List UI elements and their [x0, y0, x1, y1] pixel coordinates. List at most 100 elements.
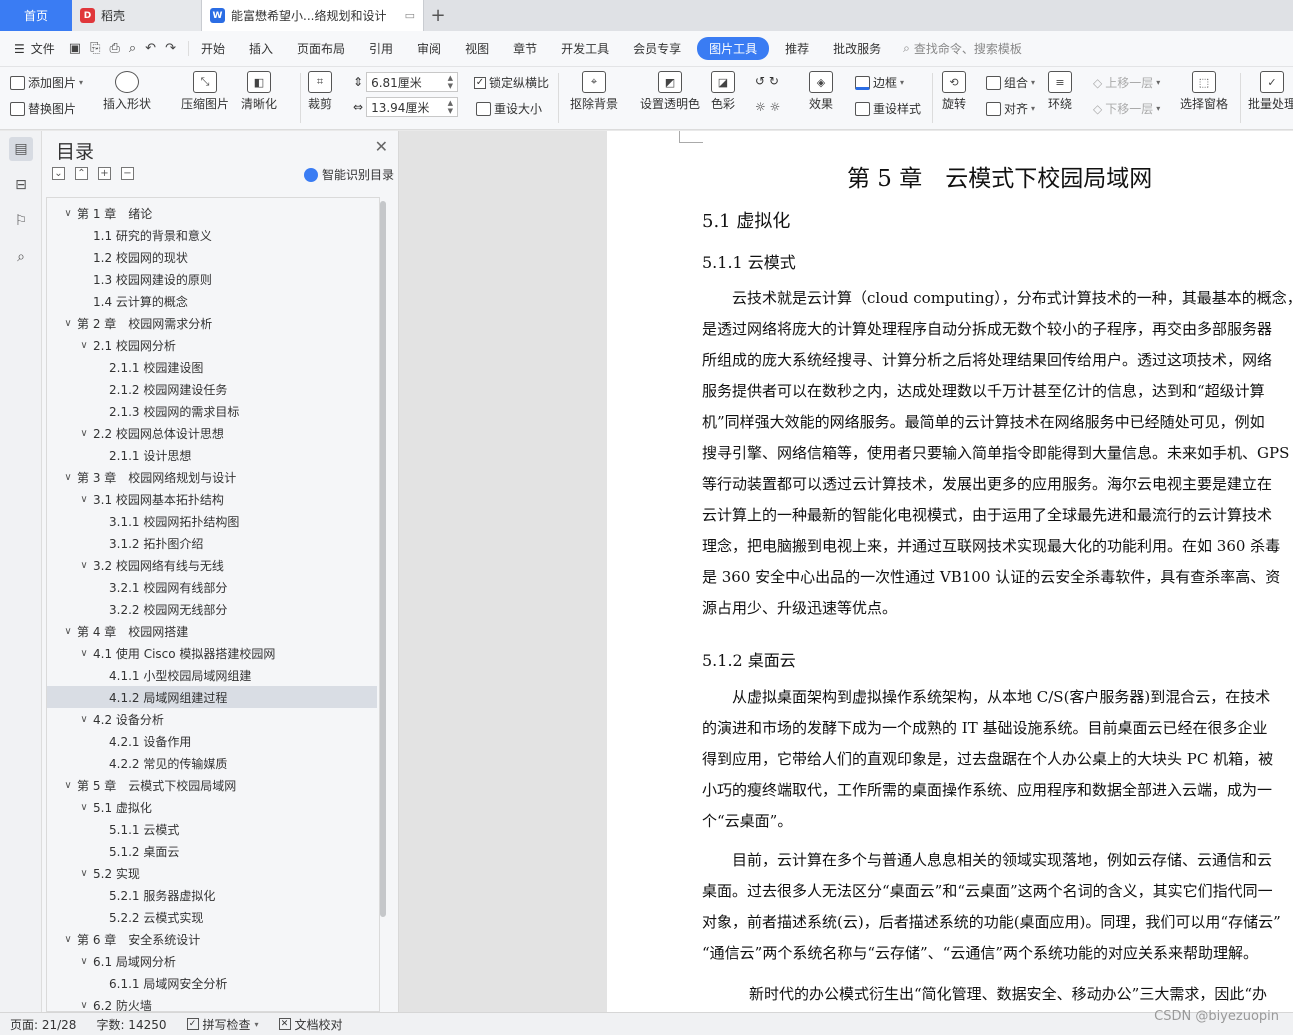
align-button[interactable]: 对齐 ▾	[986, 100, 1035, 117]
chevron-down-icon[interactable]: ∨	[61, 472, 75, 483]
chevron-down-icon[interactable]: ∨	[77, 340, 91, 351]
toc-item[interactable]: ∨ 第 5 章 云模式下校园局域网	[47, 774, 377, 796]
send-backward-button[interactable]: ◇ 下移一层 ▾	[1093, 100, 1160, 117]
file-menu[interactable]: ☰ 文件	[0, 40, 63, 57]
width-field[interactable]: ⇕ 6.81厘米 ▲ ▼	[353, 72, 459, 92]
toc-pane-icon[interactable]: ▤	[9, 137, 33, 161]
chevron-down-icon[interactable]: ∨	[61, 208, 75, 219]
crop-button[interactable]: ⌗ 裁剪	[308, 71, 332, 112]
selection-pane-button[interactable]: ⬚ 选择窗格	[1180, 71, 1228, 112]
collapse-all-icon[interactable]: ⌃	[75, 167, 88, 180]
toc-item[interactable]: 3.2.2 校园网无线部分	[47, 598, 377, 620]
brightness-icon[interactable]: ☼ ☼	[755, 100, 780, 114]
menu-chapter[interactable]: 章节	[501, 40, 549, 57]
tab-docer[interactable]: D 稻壳	[72, 0, 202, 31]
chevron-down-icon[interactable]: ∨	[77, 714, 91, 725]
toc-item[interactable]: 5.2.2 云模式实现	[47, 906, 377, 928]
toc-item[interactable]: ∨ 4.2 设备分析	[47, 708, 377, 730]
reset-size-button[interactable]: 重设大小	[476, 100, 542, 117]
toc-item[interactable]: ∨ 第 1 章 绪论	[47, 202, 377, 224]
menu-dev-tools[interactable]: 开发工具	[549, 40, 621, 57]
export-icon[interactable]: ⎘	[90, 41, 100, 56]
toc-item[interactable]: 1.4 云计算的概念	[47, 290, 377, 312]
toc-item[interactable]: 5.2.1 服务器虚拟化	[47, 884, 377, 906]
tab-document[interactable]: W 能富懋希望小...络规划和设计 ▭	[202, 0, 424, 31]
toc-item[interactable]: ∨ 3.1 校园网基本拓扑结构	[47, 488, 377, 510]
chevron-down-icon[interactable]: ∨	[77, 1000, 91, 1011]
toc-item[interactable]: 2.1.3 校园网的需求目标	[47, 400, 377, 422]
toc-item[interactable]: 4.1.2 局域网组建过程	[47, 686, 377, 708]
toc-item[interactable]: 1.3 校园网建设的原则	[47, 268, 377, 290]
wrap-button[interactable]: ≡ 环绕	[1048, 71, 1072, 112]
rotate-left-icon[interactable]: ↺ ↻	[755, 74, 779, 88]
remove-background-button[interactable]: ⌖ 抠除背景	[570, 71, 618, 112]
menu-reference[interactable]: 引用	[357, 40, 405, 57]
chevron-down-icon[interactable]: ∨	[61, 780, 75, 791]
batch-process-button[interactable]: ✓ 批量处理	[1248, 71, 1293, 112]
color-button[interactable]: ◪ 色彩	[711, 71, 735, 112]
chevron-down-icon[interactable]: ∨	[61, 626, 75, 637]
chevron-down-icon[interactable]: ∨	[77, 560, 91, 571]
toc-item[interactable]: ∨ 6.1 局域网分析	[47, 950, 377, 972]
tab-home[interactable]: 首页	[0, 0, 72, 31]
chevron-down-icon[interactable]: ∨	[77, 494, 91, 505]
rotate-button[interactable]: ⟲ 旋转	[942, 71, 966, 112]
menu-member[interactable]: 会员专享	[621, 40, 693, 57]
print-icon[interactable]: ⎙	[109, 41, 119, 56]
menu-start[interactable]: 开始	[189, 40, 237, 57]
new-tab-button[interactable]: +	[424, 0, 452, 31]
toc-item[interactable]: 2.1.2 校园网建设任务	[47, 378, 377, 400]
document-page[interactable]: 第 5 章 云模式下校园局域网 5.1 虚拟化 5.1.1 云模式 5.1.2 …	[607, 131, 1293, 1012]
menu-recommend[interactable]: 推荐	[773, 40, 821, 57]
chevron-down-icon[interactable]: ∨	[61, 934, 75, 945]
toc-item[interactable]: 3.1.2 拓扑图介绍	[47, 532, 377, 554]
close-icon[interactable]: ✕	[375, 137, 388, 156]
toc-item[interactable]: 4.1.1 小型校园局域网组建	[47, 664, 377, 686]
toc-item[interactable]: ∨ 4.1 使用 Cisco 模拟器搭建校园网	[47, 642, 377, 664]
group-button[interactable]: 组合 ▾	[986, 74, 1035, 91]
chevron-down-icon[interactable]: ∨	[61, 318, 75, 329]
chapter-nav-icon[interactable]: ⊟	[9, 173, 33, 197]
add-heading-icon[interactable]: +	[98, 167, 111, 180]
toc-item[interactable]: 3.1.1 校园网拓扑结构图	[47, 510, 377, 532]
undo-icon[interactable]: ↶	[145, 41, 156, 56]
lock-ratio-checkbox[interactable]: ✓ 锁定纵横比	[474, 74, 549, 91]
menu-insert[interactable]: 插入	[237, 40, 285, 57]
proofread-button[interactable]: ✕ 文档校对	[269, 1016, 353, 1033]
search-icon[interactable]: ⌕	[9, 245, 33, 269]
tab-window-icon[interactable]: ▭	[405, 9, 415, 22]
insert-shape-button[interactable]: 插入形状	[103, 71, 151, 112]
toc-item[interactable]: ∨ 第 3 章 校园网络规划与设计	[47, 466, 377, 488]
reset-style-button[interactable]: 重设样式	[855, 100, 921, 117]
chevron-down-icon[interactable]: ∨	[77, 868, 91, 879]
chevron-down-icon[interactable]: ∨	[77, 648, 91, 659]
menu-review[interactable]: 审阅	[405, 40, 453, 57]
toc-item[interactable]: ∨ 5.1 虚拟化	[47, 796, 377, 818]
replace-image-button[interactable]: 替换图片	[10, 100, 76, 117]
set-transparent-button[interactable]: ◩ 设置透明色	[640, 71, 700, 112]
chevron-down-icon[interactable]: ∨	[77, 428, 91, 439]
menu-page-layout[interactable]: 页面布局	[285, 40, 357, 57]
toc-item[interactable]: 4.2.1 设备作用	[47, 730, 377, 752]
menu-picture-tools[interactable]: 图片工具	[697, 37, 770, 60]
toc-item[interactable]: ∨ 6.2 防火墙	[47, 994, 377, 1012]
compress-image-button[interactable]: ⤡ 压缩图片	[181, 71, 229, 112]
print-preview-icon[interactable]: ⌕	[129, 41, 136, 56]
add-image-button[interactable]: 添加图片 ▾	[10, 74, 83, 91]
bring-forward-button[interactable]: ◇ 上移一层 ▾	[1093, 74, 1160, 91]
toc-item[interactable]: 6.1.1 局域网安全分析	[47, 972, 377, 994]
bookmark-icon[interactable]: ⚐	[9, 209, 33, 233]
menu-correction[interactable]: 批改服务	[821, 40, 893, 57]
toc-item[interactable]: ∨ 第 2 章 校园网需求分析	[47, 312, 377, 334]
redo-icon[interactable]: ↷	[165, 41, 176, 56]
chevron-down-icon[interactable]: ∨	[77, 802, 91, 813]
toc-scrollbar[interactable]	[380, 201, 386, 917]
height-field[interactable]: ⇔ 13.94厘米 ▲ ▼	[353, 97, 459, 117]
toc-item[interactable]: 2.1.1 设计思想	[47, 444, 377, 466]
expand-all-icon[interactable]: ⌄	[52, 167, 65, 180]
toc-item[interactable]: ∨ 3.2 校园网络有线与无线	[47, 554, 377, 576]
smart-toc-button[interactable]: 智能识别目录	[303, 166, 394, 183]
toc-item[interactable]: 4.2.2 常见的传输媒质	[47, 752, 377, 774]
toc-item[interactable]: 5.1.1 云模式	[47, 818, 377, 840]
command-search[interactable]: ⌕ 查找命令、搜索模板	[903, 40, 1022, 57]
